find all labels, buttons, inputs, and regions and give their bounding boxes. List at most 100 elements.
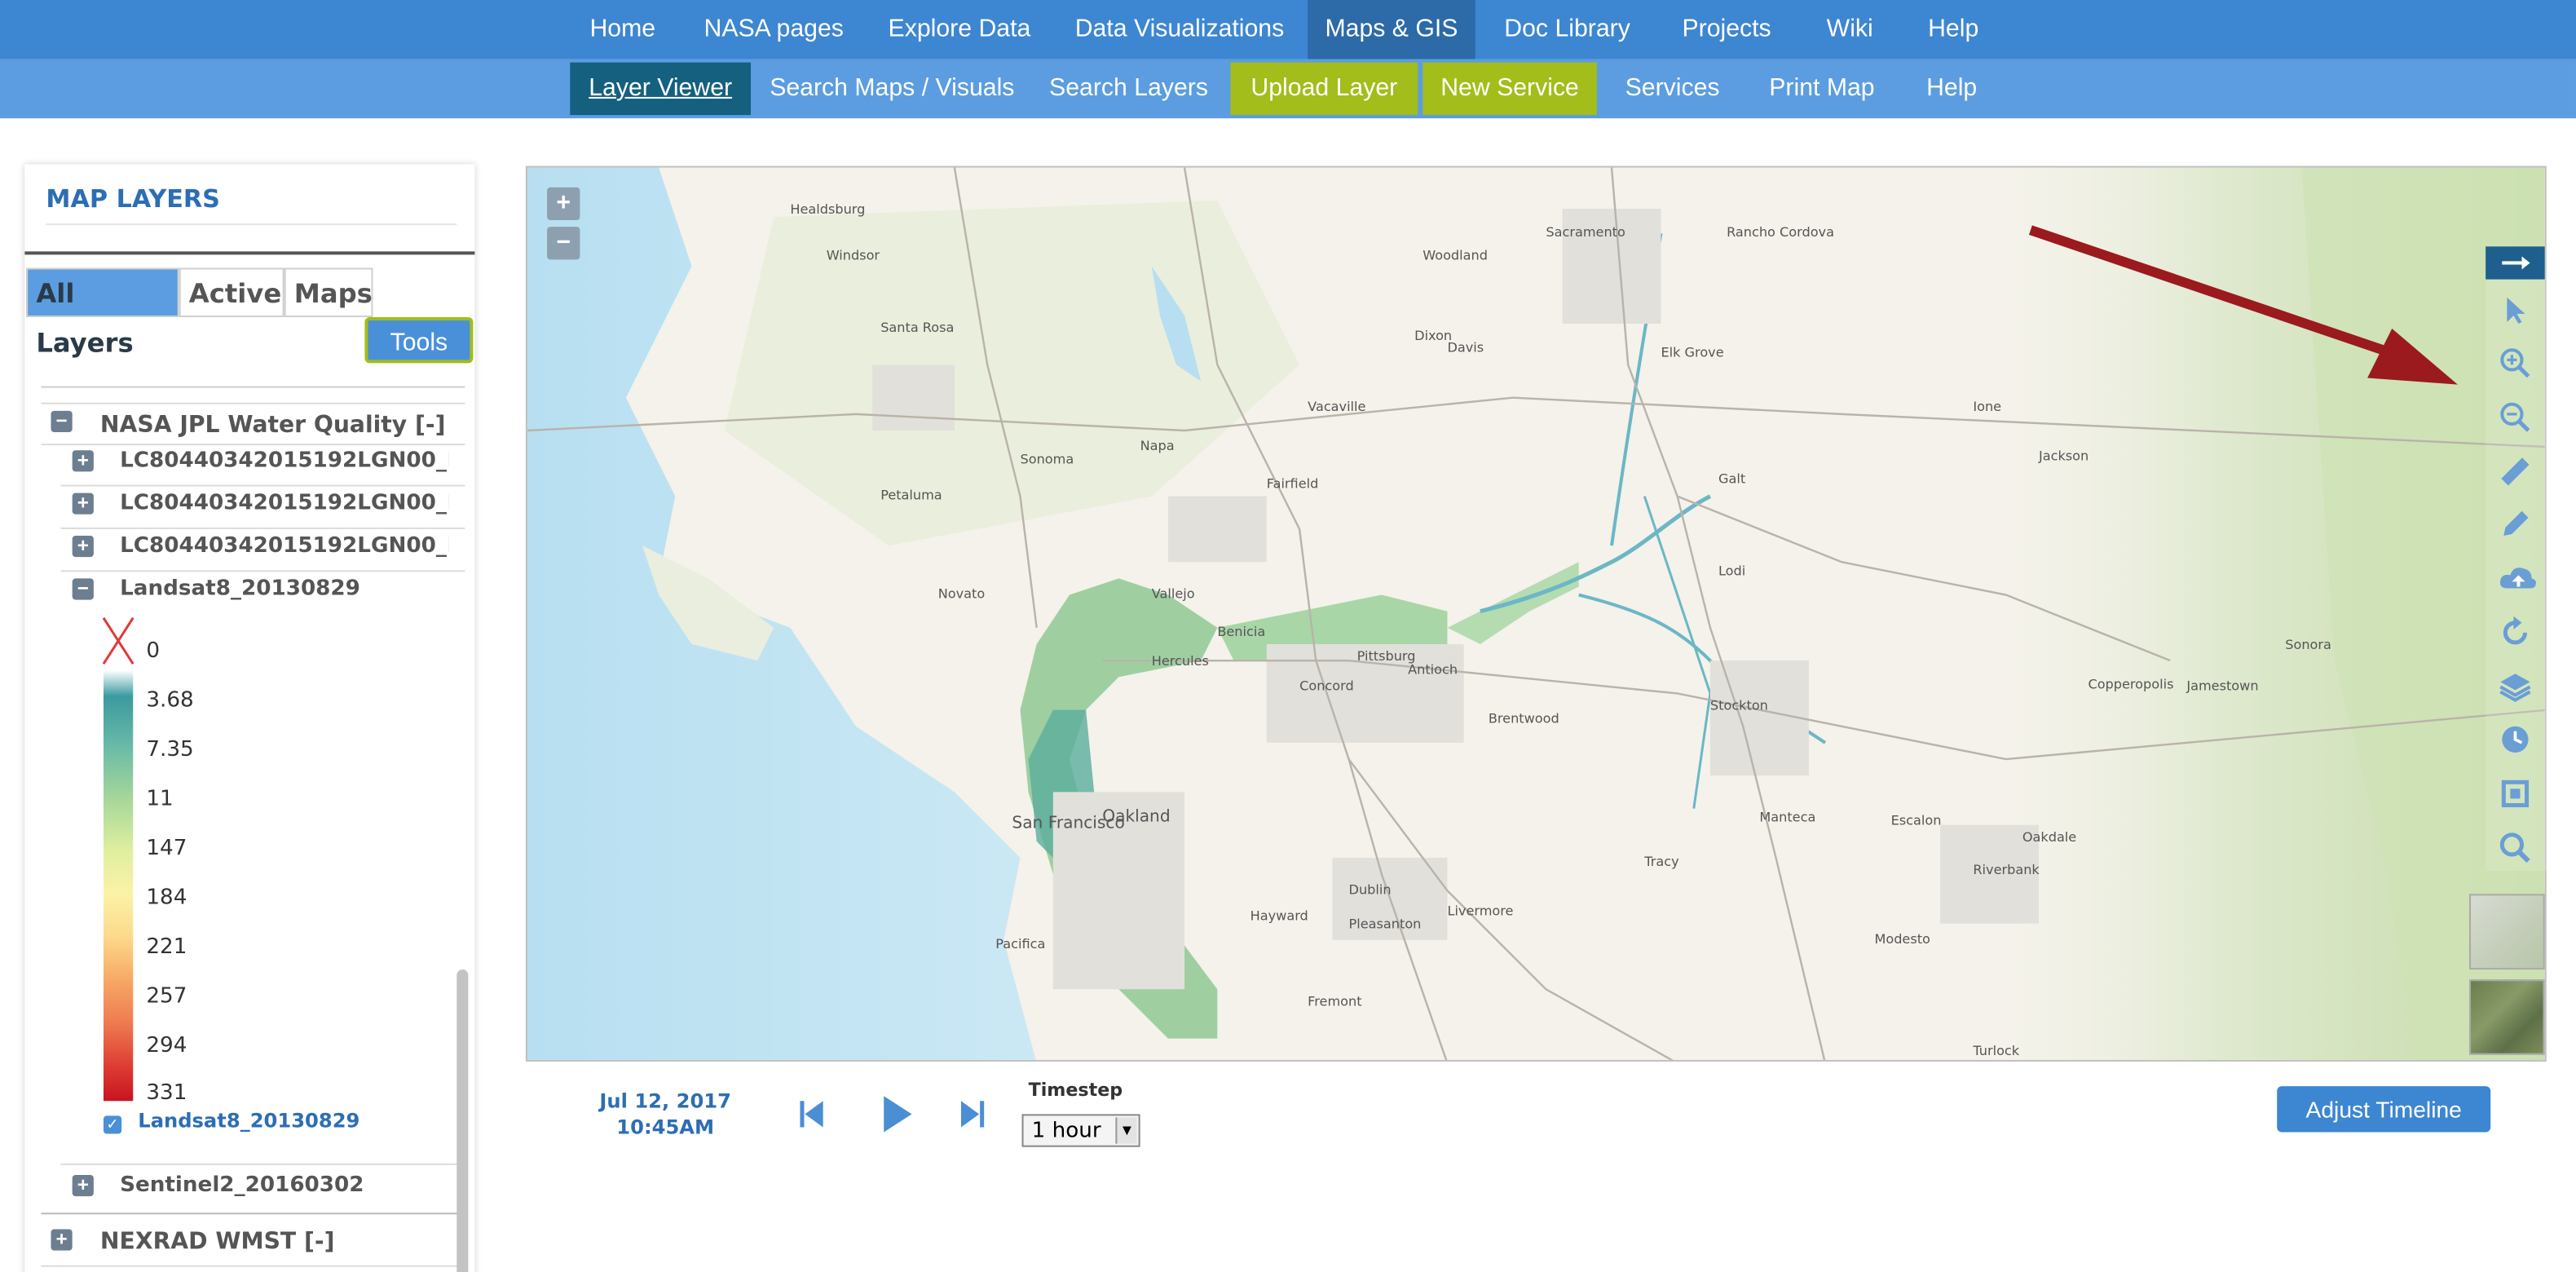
- timeline-date: Jul 12, 2017 10:45AM: [583, 1088, 748, 1140]
- zoom-in-icon[interactable]: [2486, 342, 2545, 384]
- nav-nasa-pages[interactable]: NASA pages: [693, 0, 854, 60]
- map-label: Lodi: [1718, 563, 1745, 578]
- tab-active[interactable]: Active: [179, 267, 285, 317]
- divider: [41, 1265, 465, 1267]
- group-nasa-jpl-water-quality[interactable]: NASA JPL Water Quality [-]: [100, 408, 470, 444]
- chevron-down-icon[interactable]: ▼: [1115, 1117, 1137, 1144]
- map-label: Benicia: [1217, 624, 1265, 639]
- map-label: Rancho Cordova: [1727, 224, 1834, 240]
- timeline-date-text: Jul 12, 2017: [599, 1089, 731, 1113]
- map-label: Dublin: [1349, 881, 1392, 897]
- pointer-icon[interactable]: [2486, 289, 2545, 332]
- legend-value: 0: [146, 638, 161, 665]
- map-label: Turlock: [1972, 1043, 2019, 1058]
- arrow-right-icon[interactable]: [2486, 246, 2545, 280]
- map-label: Elk Grove: [1661, 344, 1723, 360]
- map-label: Windsor: [827, 247, 880, 263]
- basemap-thumbnail-terrain[interactable]: [2468, 894, 2545, 970]
- search-icon[interactable]: [2486, 827, 2545, 869]
- map-label: Pacifica: [995, 936, 1045, 952]
- expand-icon[interactable]: +: [72, 493, 94, 515]
- map-canvas[interactable]: Sacramento Rancho Cordova Elk Grove Lodi…: [525, 166, 2547, 1062]
- timeline-time-text: 10:45AM: [616, 1115, 715, 1139]
- nav-maps-gis[interactable]: Maps & GIS: [1308, 0, 1475, 60]
- map-label: Modesto: [1874, 931, 1930, 947]
- zoom-in-button[interactable]: +: [547, 187, 580, 221]
- expand-icon[interactable]: +: [72, 450, 94, 472]
- tab-maps[interactable]: Maps: [284, 267, 373, 317]
- panel-scrollbar[interactable]: [457, 969, 469, 1272]
- map-label: Ione: [1973, 399, 2001, 414]
- map-basemap: Sacramento Rancho Cordova Elk Grove Lodi…: [527, 167, 2545, 1060]
- nav-home[interactable]: Home: [571, 0, 673, 60]
- expand-icon[interactable]: +: [51, 1229, 73, 1251]
- refresh-icon[interactable]: [2486, 612, 2545, 654]
- legend-value: 331: [146, 1081, 187, 1106]
- top-nav: Home NASA pages Explore Data Data Visual…: [0, 0, 2576, 60]
- cloud-upload-icon[interactable]: [2486, 557, 2545, 599]
- map-label: San Francisco: [1012, 813, 1124, 833]
- play-icon[interactable]: [880, 1094, 913, 1142]
- ruler-icon[interactable]: [2486, 450, 2545, 492]
- legend-value: 147: [146, 836, 187, 862]
- layer-checkbox[interactable]: ✓: [103, 1115, 122, 1134]
- basemap-thumbnail-satellite[interactable]: [2468, 979, 2545, 1055]
- divider: [24, 251, 475, 255]
- fullscreen-icon[interactable]: [2486, 772, 2545, 815]
- app-root: Home NASA pages Explore Data Data Visual…: [0, 0, 2576, 1272]
- map-label: Napa: [1140, 438, 1175, 453]
- pencil-icon[interactable]: [2486, 503, 2545, 545]
- divider: [41, 402, 465, 404]
- collapse-icon[interactable]: −: [72, 578, 94, 600]
- layer-item[interactable]: Sentinel2_20160302: [120, 1168, 448, 1204]
- map-label: Oakdale: [2022, 829, 2076, 845]
- legend-value: 184: [146, 886, 187, 911]
- group-nexrad-wmst[interactable]: NEXRAD WMST [-]: [100, 1224, 470, 1260]
- collapse-icon[interactable]: −: [51, 410, 73, 433]
- map-layers-panel: MAP LAYERS All Layers Active Maps Tools …: [24, 164, 475, 1272]
- map-label: Pittsburg: [1357, 648, 1416, 664]
- map-label: Copperopolis: [2088, 676, 2173, 691]
- clock-icon[interactable]: [2486, 718, 2545, 761]
- layer-item[interactable]: LC80440342015192LGN00_LST_wat: [120, 529, 448, 565]
- active-layer-label[interactable]: Landsat8_20130829: [138, 1109, 359, 1132]
- map-label: Fremont: [1308, 993, 1361, 1009]
- map-label: Tracy: [1643, 854, 1679, 869]
- tab-all-layers[interactable]: All Layers: [26, 267, 179, 358]
- legend-value: 11: [146, 787, 174, 812]
- nav-doc-library[interactable]: Doc Library: [1492, 0, 1643, 60]
- nav-help[interactable]: Help: [1912, 0, 1995, 60]
- legend-value: 257: [146, 984, 187, 1009]
- nav-projects[interactable]: Projects: [1666, 0, 1788, 60]
- map-label: Dixon: [1414, 328, 1452, 343]
- layer-item[interactable]: LC80440342015192LGN00_LST: [120, 444, 448, 479]
- map-label: Novato: [938, 586, 985, 602]
- tools-button[interactable]: Tools: [364, 316, 474, 364]
- map-label: Santa Rosa: [880, 320, 954, 335]
- timestep-select[interactable]: 1 hour ▼: [1021, 1114, 1140, 1147]
- map-label: Sonora: [2285, 637, 2331, 652]
- map-label: Hercules: [1152, 653, 1209, 669]
- divider: [41, 1212, 465, 1215]
- zoom-out-icon[interactable]: [2486, 396, 2545, 439]
- map-label: Pleasanton: [1349, 916, 1422, 932]
- expand-icon[interactable]: +: [72, 1175, 94, 1197]
- adjust-timeline-button[interactable]: Adjust Timeline: [2277, 1086, 2491, 1133]
- layer-item-expanded[interactable]: Landsat8_20130829: [120, 572, 448, 607]
- map-label: Davis: [1447, 339, 1484, 355]
- map-label: Riverbank: [1973, 862, 2040, 877]
- map-label: Woodland: [1423, 247, 1488, 263]
- map-label: Sacramento: [1546, 224, 1625, 240]
- nav-wiki[interactable]: Wiki: [1811, 0, 1890, 60]
- nav-explore-data[interactable]: Explore Data: [874, 0, 1045, 60]
- skip-forward-icon[interactable]: [959, 1098, 986, 1138]
- expand-icon[interactable]: +: [72, 535, 94, 558]
- layers-icon[interactable]: [2486, 665, 2545, 708]
- zoom-out-button[interactable]: −: [547, 227, 580, 260]
- timestep-label: Timestep: [1028, 1080, 1123, 1102]
- skip-back-icon[interactable]: [798, 1098, 824, 1138]
- map-label: Fairfield: [1267, 476, 1319, 492]
- map-label: Vallejo: [1152, 586, 1195, 602]
- layer-item[interactable]: LC80440342015192LGN00_LST_385: [120, 487, 448, 523]
- nav-data-visualizations[interactable]: Data Visualizations: [1065, 0, 1295, 60]
